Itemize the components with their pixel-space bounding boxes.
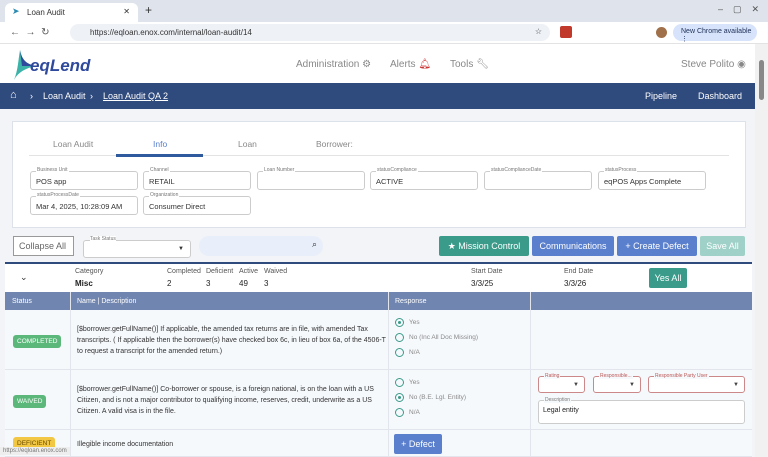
new-chrome-button[interactable]: New Chrome available ⋮ [673, 24, 757, 43]
column-divider [388, 292, 389, 457]
business-unit-field[interactable]: Business Unit POS app [30, 167, 138, 190]
tab-title: Loan Audit [27, 8, 65, 17]
browser-tab[interactable]: ➤ Loan Audit ✕ [5, 3, 138, 22]
scrollbar[interactable] [755, 44, 768, 457]
nav-alerts[interactable]: Alerts 🔔︎ [390, 59, 431, 70]
responsible-select[interactable]: Responsible... ▼ [593, 373, 641, 393]
table-header: Status Name | Description Response [5, 292, 752, 310]
chevron-down-icon: ▼ [178, 246, 184, 252]
collapse-all-button[interactable]: Collapse All [13, 236, 74, 256]
radio-yes[interactable]: Yes [395, 318, 420, 327]
back-forward-reload-icons[interactable]: ← → ↻ [10, 27, 50, 38]
home-icon[interactable]: ⌂ [10, 89, 17, 101]
breadcrumb-bar: ⌂ › Loan Audit › Loan Audit QA 2 Pipelin… [0, 83, 755, 109]
loan-number-field[interactable]: Loan Number [257, 167, 365, 190]
url-bar[interactable]: https://eqloan.enox.com/internal/loan-au… [70, 24, 550, 41]
radio-no[interactable]: No (B.E. Lgl. Entity) [395, 393, 466, 402]
chevron-icon: › [90, 91, 93, 101]
breadcrumb-current[interactable]: Loan Audit QA 2 [103, 91, 168, 101]
mission-control-button[interactable]: ★ Mission Control [439, 236, 529, 256]
status-compliance-field[interactable]: statusCompliance ACTIVE [370, 167, 478, 190]
user-menu[interactable]: Steve Polito ◉ [681, 59, 746, 70]
radio-no[interactable]: No (Inc All Doc Missing) [395, 333, 478, 342]
nav-tools[interactable]: Tools 🔧︎ [450, 59, 489, 70]
radio-na[interactable]: N/A [395, 408, 420, 417]
tab-borrower[interactable]: Borrower: [316, 139, 353, 149]
row-description: [$borrower.getFullName()] If applicable,… [77, 326, 386, 355]
pipeline-link[interactable]: Pipeline [645, 91, 677, 101]
new-chrome-label: New Chrome available [681, 28, 752, 35]
tab-info[interactable]: Info [153, 139, 167, 149]
status-process-date-field[interactable]: statusProcessDate Mar 4, 2025, 10:28:09 A… [30, 192, 138, 215]
status-badge: WAIVED [13, 395, 47, 408]
window-controls[interactable]: – ▢ ✕ [718, 4, 759, 15]
logo[interactable]: eqLend [12, 50, 90, 87]
table-row: COMPLETED [$borrower.getFullName()] If a… [5, 310, 752, 370]
bell-icon: 🔔︎ [418, 59, 432, 70]
close-tab-icon[interactable]: ✕ [123, 7, 130, 16]
search-input[interactable]: ⌕ [199, 236, 323, 256]
column-divider [70, 292, 71, 457]
category-row: ⌄ Category Misc Completed 2 Deficient 3 Act… [5, 264, 752, 292]
column-divider [530, 292, 531, 457]
channel-field[interactable]: Channel RETAIL [143, 167, 251, 190]
app-header [0, 44, 755, 83]
table-row: WAIVED [$borrower.getFullName()] Co-borr… [5, 370, 752, 430]
search-icon: ⌕ [311, 239, 317, 249]
yes-all-button[interactable]: Yes All [649, 268, 687, 288]
profile-avatar[interactable] [656, 27, 667, 38]
dashboard-link[interactable]: Dashboard [698, 91, 742, 101]
status-process-field[interactable]: statusProcess eqPOS Apps Complete [598, 167, 706, 190]
defect-button[interactable]: + Defect [394, 434, 442, 454]
logo-text: eqLend [30, 56, 91, 75]
extension-icon[interactable] [560, 26, 572, 38]
organization-field[interactable]: Organization Consumer Direct [143, 192, 251, 215]
active-tab-indicator [116, 154, 203, 157]
communications-button[interactable]: Communications [532, 236, 614, 256]
tab-loan[interactable]: Loan [238, 139, 257, 149]
chevron-down-icon[interactable]: ⌄ [20, 272, 28, 283]
radio-na[interactable]: N/A [395, 348, 420, 357]
star-icon[interactable]: ☆ [535, 27, 542, 36]
breadcrumb-loan-audit[interactable]: Loan Audit [43, 91, 86, 101]
row-description: Illegible income documentation [77, 441, 174, 448]
save-all-button[interactable]: Save All [700, 236, 745, 256]
status-compliance-date-field[interactable]: statusComplianceDate [484, 167, 592, 190]
chevron-icon: › [30, 91, 33, 101]
description-textarea[interactable]: Description Legal entity [538, 397, 745, 424]
url-text: https://eqloan.enox.com/internal/loan-au… [90, 28, 252, 37]
new-tab-icon[interactable]: + [145, 3, 152, 17]
create-defect-button[interactable]: + Create Defect [617, 236, 697, 256]
radio-yes[interactable]: Yes [395, 378, 420, 387]
row-description: [$borrower.getFullName()] Co-borrower or… [77, 386, 374, 415]
favicon-icon: ➤ [12, 6, 20, 16]
status-url: https://eqloan.enox.com [0, 447, 70, 455]
table-row: DEFICIENT Illegible income documentation… [5, 430, 752, 457]
rating-select[interactable]: Rating ▼ [538, 373, 585, 393]
tab-loan-audit[interactable]: Loan Audit [53, 139, 93, 149]
nav-administration[interactable]: Administration ⚙ [296, 59, 371, 70]
task-status-select[interactable]: Task Status ▼ [83, 236, 191, 258]
status-badge: COMPLETED [13, 335, 62, 348]
responsible-party-user-select[interactable]: Responsible Party User ▼ [648, 373, 745, 393]
